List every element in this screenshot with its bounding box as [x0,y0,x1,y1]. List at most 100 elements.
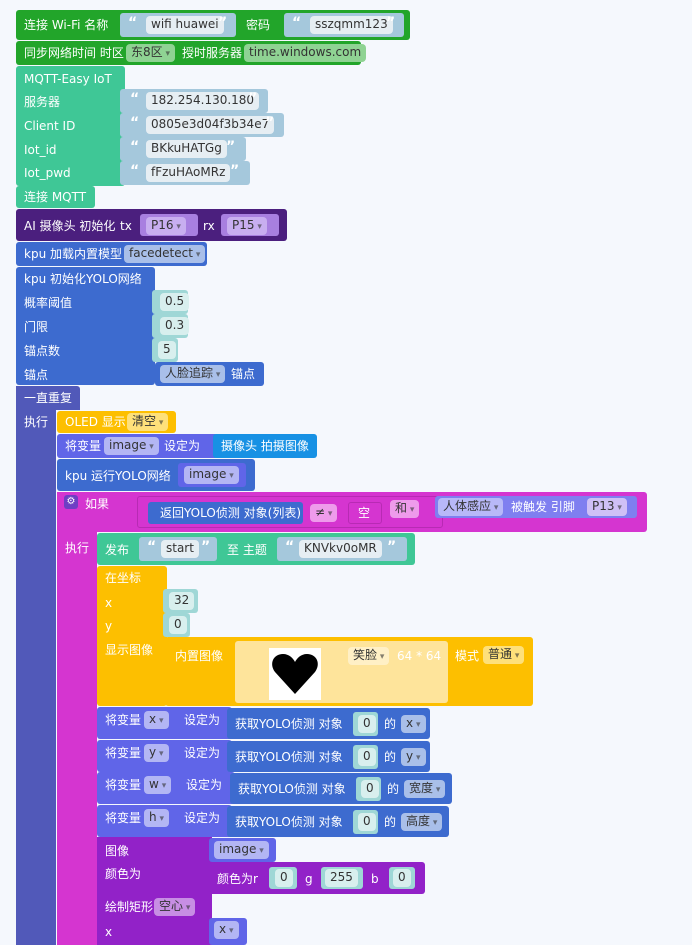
set-var-dropdown[interactable]: x [144,711,169,729]
object-index-field[interactable]: 0 [361,780,379,798]
logic-op-dropdown[interactable]: 和 [390,500,420,518]
set-image-var-dropdown[interactable]: image [104,437,159,455]
sync-time-block[interactable]: 同步网络时间 时区 东8区 授时服务器 time.windows.com [16,41,367,65]
mqtt-server-string[interactable]: “ 182.254.130.180 ” [120,89,268,113]
thresh-field[interactable]: 0.3 [160,317,190,335]
mqtt-server-field[interactable]: 182.254.130.180 [146,92,260,110]
wifi-pwd-string[interactable]: “ sszqmm123 ” [284,13,404,37]
set-var-block[interactable]: 将变量 y 设定为 [97,740,232,772]
object-index-field[interactable]: 0 [358,813,376,831]
yolo-get-block[interactable]: 获取YOLO侦测 对象 0 的 x [227,708,430,739]
wifi-pwd-field[interactable]: sszqmm123 [310,16,393,34]
pin-dropdown[interactable]: P13 [587,498,627,516]
mode-dropdown[interactable]: 普通 [483,646,525,664]
property-dropdown[interactable]: x [401,715,426,733]
kpu-run-var-dropdown[interactable]: image [184,466,239,484]
y-number[interactable]: 0 [163,613,190,637]
yolo-get-block[interactable]: 获取YOLO侦测 对象 0 的 宽度 [230,773,452,804]
kpu-run-label: kpu 运行YOLO网络 [65,469,171,483]
anchors-value-block[interactable]: 人脸追踪 锚点 [155,362,264,386]
g-field[interactable]: 255 [325,869,358,887]
object-index-field[interactable]: 0 [358,715,376,733]
wifi-ssid-field[interactable]: wifi huawei [146,16,224,34]
b-field[interactable]: 0 [393,869,411,887]
camera-init-block[interactable]: AI 摄像头 初始化 tx P16 rx P15 [16,209,287,241]
mqtt-id-string[interactable]: “ BKkuHATGg ” [120,137,246,161]
compare-op-dropdown[interactable]: ≠ [310,504,338,522]
gear-icon[interactable]: ⚙ [64,495,78,509]
wifi-block[interactable]: 连接 Wi-Fi 名称 “ wifi huawei ” 密码 “ sszqmm1… [16,10,410,40]
rect-img-dropdown[interactable]: image [214,841,269,859]
yolo-get-label: 获取YOLO侦测 对象 [235,717,343,731]
set-var-block[interactable]: 将变量 h 设定为 [97,805,232,837]
set-image-block[interactable]: 将变量 image 设定为 [57,434,218,458]
thresh-number[interactable]: 0.3 [152,314,190,338]
empty-block[interactable]: 空 [348,502,382,524]
rect-fill-dropdown[interactable]: 空心 [154,898,196,916]
set-var-dropdown[interactable]: y [144,744,169,762]
yolo-get-block[interactable]: 获取YOLO侦测 对象 0 的 高度 [227,806,449,837]
draw-image-block[interactable]: 在坐标 x y 显示图像 [97,566,167,706]
loop-title-overlay: 一直重复 [24,391,73,405]
set-var-block[interactable]: 将变量 x 设定为 [97,707,232,739]
mqtt-connect-block[interactable]: 连接 MQTT [16,186,95,208]
camera-capture-block[interactable]: 摄像头 拍摄图像 [213,434,317,458]
draw-rect-block[interactable]: 图像 颜色为 绘制矩形 空心 x [97,837,212,945]
y-field[interactable]: 0 [169,616,187,634]
timezone-dropdown[interactable]: 东8区 [126,44,176,62]
anchors-num-number[interactable]: 5 [152,338,178,362]
time-server-field[interactable]: time.windows.com [244,44,367,62]
mqtt-client-field[interactable]: 0805e3d04f3b34e7 [146,116,275,134]
publish-block[interactable]: 发布 “ start ” 至 主题 “ KNVkv0oMR ” [97,533,415,565]
mqtt-id-field[interactable]: BKkuHATGg [146,140,227,158]
yolo-result-block[interactable]: 返回YOLO侦测 对象(列表) [148,502,303,524]
oled-mode-dropdown[interactable]: 清空 [127,413,169,431]
set-var-block[interactable]: 将变量 w 设定为 [97,772,235,804]
mqtt-pwd-string[interactable]: “ fFzuHAoMRz ” [120,161,250,185]
x-field[interactable]: 32 [169,592,195,610]
of-label: 的 [384,717,397,731]
if-header[interactable]: ⚙ 如果 返回YOLO侦测 对象(列表) ≠ 空 和 人体感应 被触发 引脚 P… [57,492,647,532]
property-dropdown[interactable]: 宽度 [404,780,446,798]
topic-string[interactable]: “ KNVkv0oMR ” [277,537,407,561]
rect-x-dropdown[interactable]: x [214,921,239,939]
yolo-get-block[interactable]: 获取YOLO侦测 对象 0 的 y [227,741,430,772]
property-dropdown[interactable]: 高度 [401,813,443,831]
set-var-dropdown[interactable]: h [144,809,169,827]
publish-msg-string[interactable]: “ start ” [139,537,217,561]
property-dropdown[interactable]: y [401,748,426,766]
mqtt-title: MQTT-Easy IoT [24,72,112,86]
r-field[interactable]: 0 [275,869,293,887]
kpu-run-block[interactable]: kpu 运行YOLO网络 image [57,459,255,491]
anchors-dropdown[interactable]: 人脸追踪 [160,365,226,383]
mqtt-client-string[interactable]: “ 0805e3d04f3b34e7 ” [120,113,284,137]
x-number[interactable]: 32 [163,589,198,613]
builtin-image-block[interactable]: 内置图像 笑脸 64 * 64 模式 普通 [165,637,533,706]
mqtt-block[interactable]: MQTT-Easy IoT 服务器 Client ID Iot_id Iot_p… [16,66,125,186]
topic-field[interactable]: KNVkv0oMR [299,540,382,558]
kpu-load-block[interactable]: kpu 加载内置模型 facedetect [16,242,207,266]
yolo-init-block[interactable]: kpu 初始化YOLO网络 概率阈值 门限 锚点数 锚点 [16,267,155,385]
icon-dropdown[interactable]: 笑脸 [348,647,390,665]
g-label: g [305,872,313,886]
oled-block[interactable]: OLED 显示 清空 [57,411,176,433]
image-picker[interactable]: 笑脸 64 * 64 [235,641,448,703]
wifi-ssid-string[interactable]: “ wifi huawei ” [120,13,236,37]
pir-block[interactable]: 人体感应 被触发 引脚 P13 [435,496,637,518]
prob-field[interactable]: 0.5 [160,293,190,311]
object-index-field[interactable]: 0 [358,748,376,766]
rect-img-var[interactable]: image [209,838,276,862]
model-dropdown[interactable]: facedetect [124,245,206,263]
sensor-dropdown[interactable]: 人体感应 [438,498,504,516]
forever-loop-block[interactable]: 一直重复 执行 [16,386,72,945]
color-rgb-block[interactable]: 颜色为r 0 g 255 b 0 [209,862,425,894]
set-var-dropdown[interactable]: w [144,776,172,794]
prob-number[interactable]: 0.5 [152,290,190,314]
anchors-num-field[interactable]: 5 [158,341,176,359]
rx-pin-dropdown[interactable]: P15 [227,217,267,235]
tx-pin-dropdown[interactable]: P16 [146,217,186,235]
rect-x-var[interactable]: x [209,918,247,945]
publish-msg-field[interactable]: start [161,540,199,558]
if-block[interactable] [57,492,97,945]
mqtt-pwd-field[interactable]: fFzuHAoMRz [146,164,231,182]
